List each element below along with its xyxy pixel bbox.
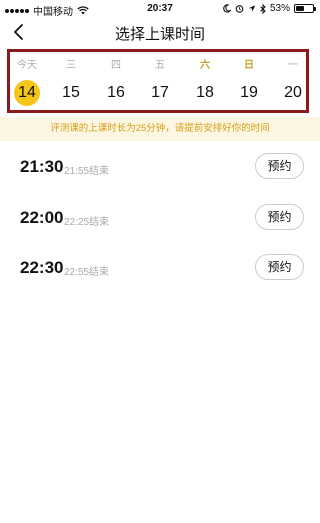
battery-percent: 53% <box>269 3 290 14</box>
day-item[interactable]: 六 18 <box>185 52 225 106</box>
book-button[interactable]: 预约 <box>255 153 304 179</box>
week-day-selector: 今天 14 三 15 四 16 五 17 六 18 日 19 一 20 <box>7 49 309 113</box>
day-item[interactable]: 三 15 <box>51 52 91 106</box>
nav-bar: 选择上课时间 <box>0 18 320 46</box>
day-item[interactable]: 四 16 <box>96 52 136 106</box>
weekday-label: 六 <box>200 60 210 71</box>
book-button[interactable]: 预约 <box>255 204 304 230</box>
slot-end-time: 21:55结束 <box>64 166 110 177</box>
time-slot-row: 22:30 22:55结束 预约 <box>0 254 320 284</box>
battery-fill <box>296 6 305 11</box>
alarm-icon <box>235 5 244 13</box>
date-number: 15 <box>62 84 80 101</box>
day-item[interactable]: 五 17 <box>140 52 180 106</box>
date-number: 17 <box>151 84 169 101</box>
location-icon <box>248 5 256 12</box>
date-number: 18 <box>196 84 214 101</box>
duration-notice: 评测课的上课时长为25分钟，请提前安排好你的时间 <box>0 117 320 141</box>
book-button[interactable]: 预约 <box>255 254 304 280</box>
date-number: 14 <box>14 80 40 106</box>
date-number: 20 <box>284 84 302 101</box>
status-right: 53% <box>222 3 316 14</box>
date-number: 19 <box>240 84 258 101</box>
bluetooth-icon <box>260 3 266 14</box>
weekday-label: 三 <box>66 60 76 71</box>
page-title: 选择上课时间 <box>114 26 205 43</box>
day-item[interactable]: 今天 14 <box>7 52 47 106</box>
slot-end-time: 22:55结束 <box>64 267 110 278</box>
slot-start-time: 22:00 <box>20 208 64 227</box>
weekday-label: 日 <box>244 60 254 71</box>
weekday-label: 四 <box>111 60 121 71</box>
weekday-label: 五 <box>155 60 165 71</box>
weekday-label: 今天 <box>17 60 37 71</box>
slot-end-time: 22:25结束 <box>64 217 110 228</box>
moon-icon <box>223 4 231 13</box>
date-number: 16 <box>107 84 125 101</box>
time-slot-row: 21:30 21:55结束 预约 <box>0 153 320 183</box>
time-slot-row: 22:00 22:25结束 预约 <box>0 204 320 234</box>
day-item[interactable]: 日 19 <box>229 52 269 106</box>
status-bar: 中国移动 20:37 53% <box>0 0 320 18</box>
weekday-label: 一 <box>288 60 298 71</box>
slot-start-time: 21:30 <box>20 157 64 176</box>
day-item[interactable]: 一 20 <box>273 52 313 106</box>
battery-icon <box>294 4 316 13</box>
slot-start-time: 22:30 <box>20 258 64 277</box>
